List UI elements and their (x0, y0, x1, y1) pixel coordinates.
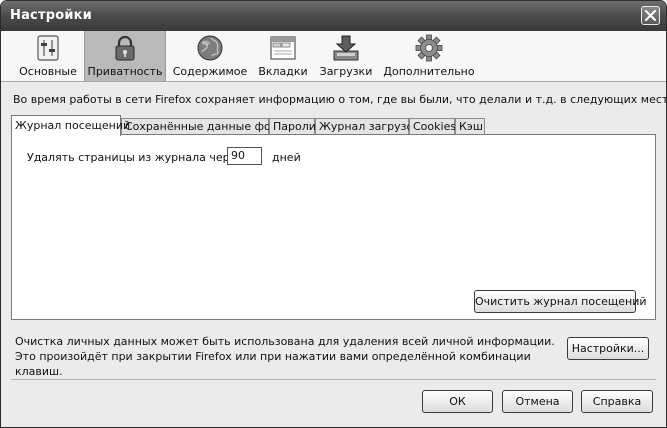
history-days-label: Удалять страницы из журнала через (27, 151, 243, 164)
clear-settings-button[interactable]: Настройки... (567, 337, 649, 360)
toolbar-item-privacy[interactable]: Приватность (84, 31, 166, 81)
tab-saved-forms[interactable]: Сохранённые данные форм (121, 118, 286, 135)
tab-cache[interactable]: Кэш (455, 118, 485, 135)
tab-passwords[interactable]: Пароли (269, 118, 316, 135)
globe-icon (197, 35, 223, 61)
window-title: Настройки (10, 8, 92, 23)
toolbar-item-advanced[interactable]: Дополнительно (381, 31, 477, 81)
close-button[interactable] (641, 6, 660, 25)
privacy-intro-text: Во время работы в сети Firefox сохраняет… (13, 93, 667, 106)
toolbar-item-tabs[interactable]: Вкладки (253, 31, 313, 81)
help-button[interactable]: Справка (581, 390, 653, 413)
footer-divider (11, 379, 656, 380)
toolbar-item-downloads[interactable]: Загрузки (317, 31, 375, 81)
toolbar-item-label: Приватность (87, 65, 163, 78)
tab-history[interactable]: Журнал посещений (11, 115, 130, 136)
clear-history-button[interactable]: Очистить журнал посещений (474, 290, 647, 313)
history-days-input[interactable]: 90 (227, 147, 262, 165)
toolbar-item-content[interactable]: Содержимое (171, 31, 249, 81)
ok-button[interactable]: ОК (422, 390, 493, 413)
toolbar-item-main[interactable]: Основные (13, 31, 83, 81)
toolbar-item-label: Загрузки (319, 65, 373, 78)
gear-icon (415, 34, 443, 62)
close-icon (645, 10, 656, 21)
padlock-icon (115, 35, 135, 61)
tab-download-history[interactable]: Журнал загрузок (315, 118, 420, 135)
download-tray-icon (333, 35, 359, 61)
toolbar-item-label: Содержимое (172, 65, 248, 78)
toolbar-item-label: Основные (19, 65, 77, 78)
history-panel: Удалять страницы из журнала через 90 дне… (11, 134, 656, 320)
preferences-window: Настройки Основные Приватность Содержимо… (0, 0, 667, 428)
title-bar[interactable]: Настройки (1, 1, 666, 31)
switch-panel-icon (37, 35, 59, 61)
tab-cookies[interactable]: Cookies (409, 118, 456, 135)
clear-private-data-text: Очистка личных данных может быть использ… (15, 335, 555, 378)
toolbar-item-label: Вкладки (258, 65, 308, 78)
toolbar-item-label: Дополнительно (383, 65, 475, 78)
history-days-unit: дней (272, 151, 301, 164)
preferences-toolbar: Основные Приватность Содержимое Вкладки … (1, 31, 666, 82)
cancel-button[interactable]: Отмена (502, 390, 573, 413)
tabbed-window-icon (270, 36, 296, 60)
